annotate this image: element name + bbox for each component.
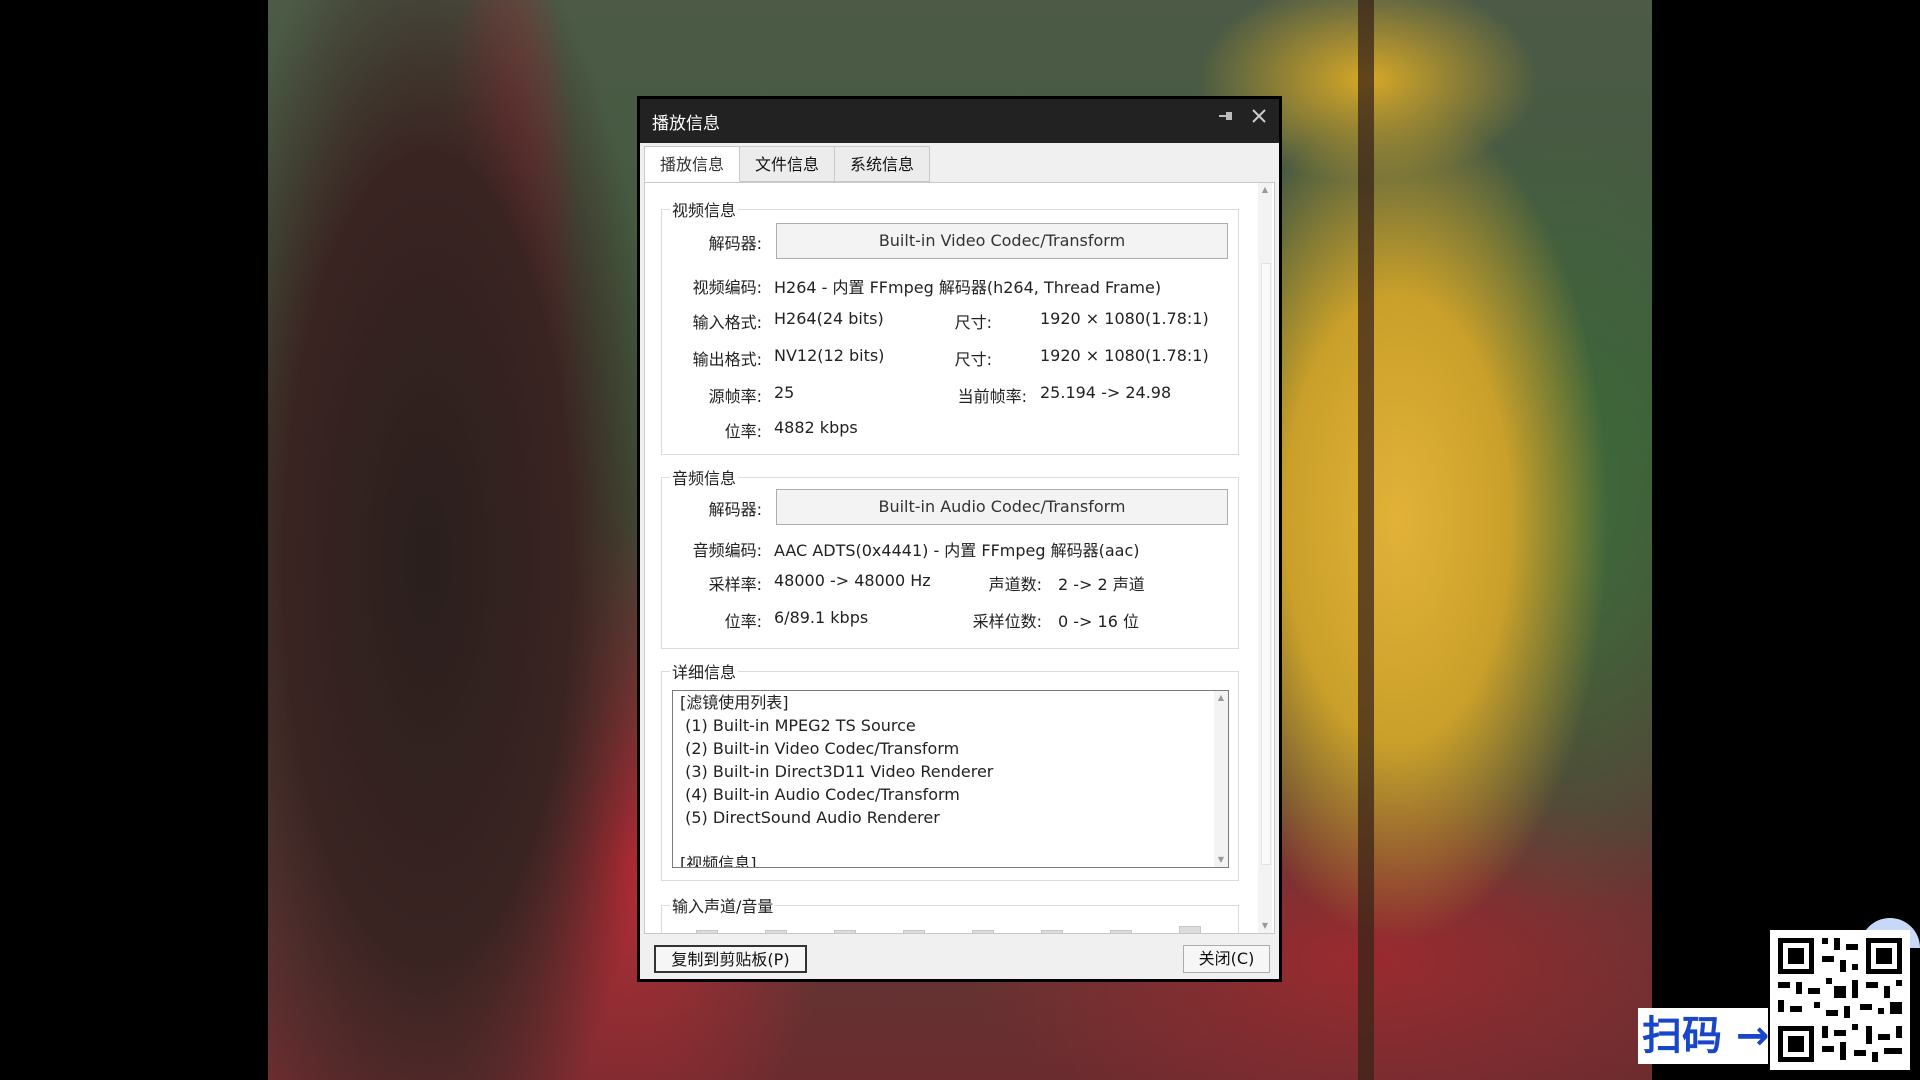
scroll-up-icon[interactable]: ▲ — [1258, 183, 1272, 197]
audio-codec-label: 音频编码: — [692, 541, 762, 560]
detail-line: (2) Built-in Video Codec/Transform — [680, 739, 960, 758]
channel-meter[interactable] — [1110, 930, 1132, 933]
input-size-label: 尺寸: — [954, 313, 992, 332]
detail-line: (1) Built-in MPEG2 TS Source — [680, 716, 916, 735]
details-scrollbar[interactable]: ▲ ▼ — [1214, 691, 1228, 867]
channel-meters — [696, 926, 1201, 933]
close-icon[interactable] — [1249, 107, 1269, 131]
scan-code-label: 扫码 → — [1638, 1008, 1769, 1064]
video-flag-pole — [1358, 0, 1374, 1080]
video-info-group: 视频信息 解码器: Built-in Video Codec/Transform… — [661, 197, 1239, 455]
close-button[interactable]: 关闭(C) — [1183, 945, 1270, 973]
channel-meter[interactable] — [1041, 930, 1063, 933]
titlebar: 播放信息 — [640, 99, 1279, 143]
details-group: 详细信息 [滤镜使用列表] (1) Built-in MPEG2 TS Sour… — [661, 659, 1239, 881]
channels-value: 2 -> 2 声道 — [1058, 575, 1145, 594]
playback-info-dialog: 播放信息 播放信息 文件信息 系统信息 视频信息 解码器: Built-in V… — [637, 96, 1282, 982]
current-fps-label: 当前帧率: — [957, 387, 1027, 406]
samplerate-label: 采样率: — [708, 575, 762, 594]
detail-line: (3) Built-in Direct3D11 Video Renderer — [680, 762, 994, 781]
channel-meter[interactable] — [903, 930, 925, 933]
details-title: 详细信息 — [670, 659, 739, 683]
input-format-label: 输入格式: — [692, 313, 762, 332]
detail-line — [673, 829, 1228, 852]
output-format-value: NV12(12 bits) — [774, 346, 885, 365]
channel-meter[interactable] — [972, 930, 994, 933]
audio-codec-value: AAC ADTS(0x4441) - 内置 FFmpeg 解码器(aac) — [774, 541, 1140, 560]
audio-bitrate-value: 6/89.1 kbps — [774, 608, 869, 627]
video-info-title: 视频信息 — [670, 197, 739, 221]
channels-label: 声道数: — [988, 575, 1042, 594]
scroll-down-icon[interactable]: ▼ — [1214, 853, 1228, 867]
pin-icon[interactable] — [1215, 107, 1235, 131]
tab-playback-info[interactable]: 播放信息 — [644, 146, 741, 182]
video-bitrate-label: 位率: — [724, 422, 762, 441]
samplerate-value: 48000 -> 48000 Hz — [774, 571, 931, 590]
scroll-thumb[interactable] — [1261, 263, 1271, 865]
audio-decoder-button[interactable]: Built-in Audio Codec/Transform — [776, 489, 1228, 525]
video-codec-value: H264 - 内置 FFmpeg 解码器(h264, Thread Frame) — [774, 278, 1162, 297]
detail-line: (4) Built-in Audio Codec/Transform — [680, 785, 960, 804]
channel-meter[interactable] — [765, 930, 787, 933]
tab-file-info[interactable]: 文件信息 — [740, 146, 836, 182]
audio-info-group: 音频信息 解码器: Built-in Audio Codec/Transform… — [661, 465, 1239, 649]
audio-decoder-label: 解码器: — [708, 500, 762, 519]
output-size-label: 尺寸: — [954, 350, 992, 369]
current-fps-value: 25.194 -> 24.98 — [1040, 383, 1172, 402]
detail-line: [滤镜使用列表] — [680, 693, 789, 712]
qr-code[interactable] — [1770, 930, 1910, 1070]
panel-scrollbar[interactable]: ▲ ▼ — [1258, 183, 1272, 933]
detail-line: [视频信息] — [680, 854, 757, 868]
bitdepth-value: 0 -> 16 位 — [1058, 612, 1139, 631]
tab-bar: 播放信息 文件信息 系统信息 — [644, 146, 931, 183]
bitdepth-label: 采样位数: — [972, 612, 1042, 631]
detail-line: (5) DirectSound Audio Renderer — [680, 808, 940, 827]
audio-info-title: 音频信息 — [670, 465, 739, 489]
details-textbox[interactable]: [滤镜使用列表] (1) Built-in MPEG2 TS Source (2… — [672, 690, 1229, 868]
channel-meter[interactable] — [834, 930, 856, 933]
output-format-label: 输出格式: — [692, 350, 762, 369]
window-title: 播放信息 — [652, 113, 720, 134]
video-codec-label: 视频编码: — [692, 278, 762, 297]
input-size-value: 1920 × 1080(1.78:1) — [1040, 309, 1209, 328]
input-channels-group: 输入声道/音量 — [661, 893, 1239, 933]
info-panel[interactable]: 视频信息 解码器: Built-in Video Codec/Transform… — [644, 182, 1275, 934]
channel-meter[interactable] — [1179, 926, 1201, 933]
video-decoder-button[interactable]: Built-in Video Codec/Transform — [776, 223, 1228, 259]
source-fps-value: 25 — [774, 383, 795, 402]
input-format-value: H264(24 bits) — [774, 309, 884, 328]
tab-system-info[interactable]: 系统信息 — [835, 146, 931, 182]
channel-meter[interactable] — [696, 930, 718, 933]
scroll-up-icon[interactable]: ▲ — [1214, 691, 1228, 705]
scroll-down-icon[interactable]: ▼ — [1258, 919, 1272, 933]
video-decoder-label: 解码器: — [708, 234, 762, 253]
source-fps-label: 源帧率: — [708, 387, 762, 406]
video-bitrate-value: 4882 kbps — [774, 418, 858, 437]
output-size-value: 1920 × 1080(1.78:1) — [1040, 346, 1209, 365]
audio-bitrate-label: 位率: — [724, 612, 762, 631]
input-channels-title: 输入声道/音量 — [670, 893, 776, 917]
copy-to-clipboard-button[interactable]: 复制到剪贴板(P) — [654, 945, 807, 973]
